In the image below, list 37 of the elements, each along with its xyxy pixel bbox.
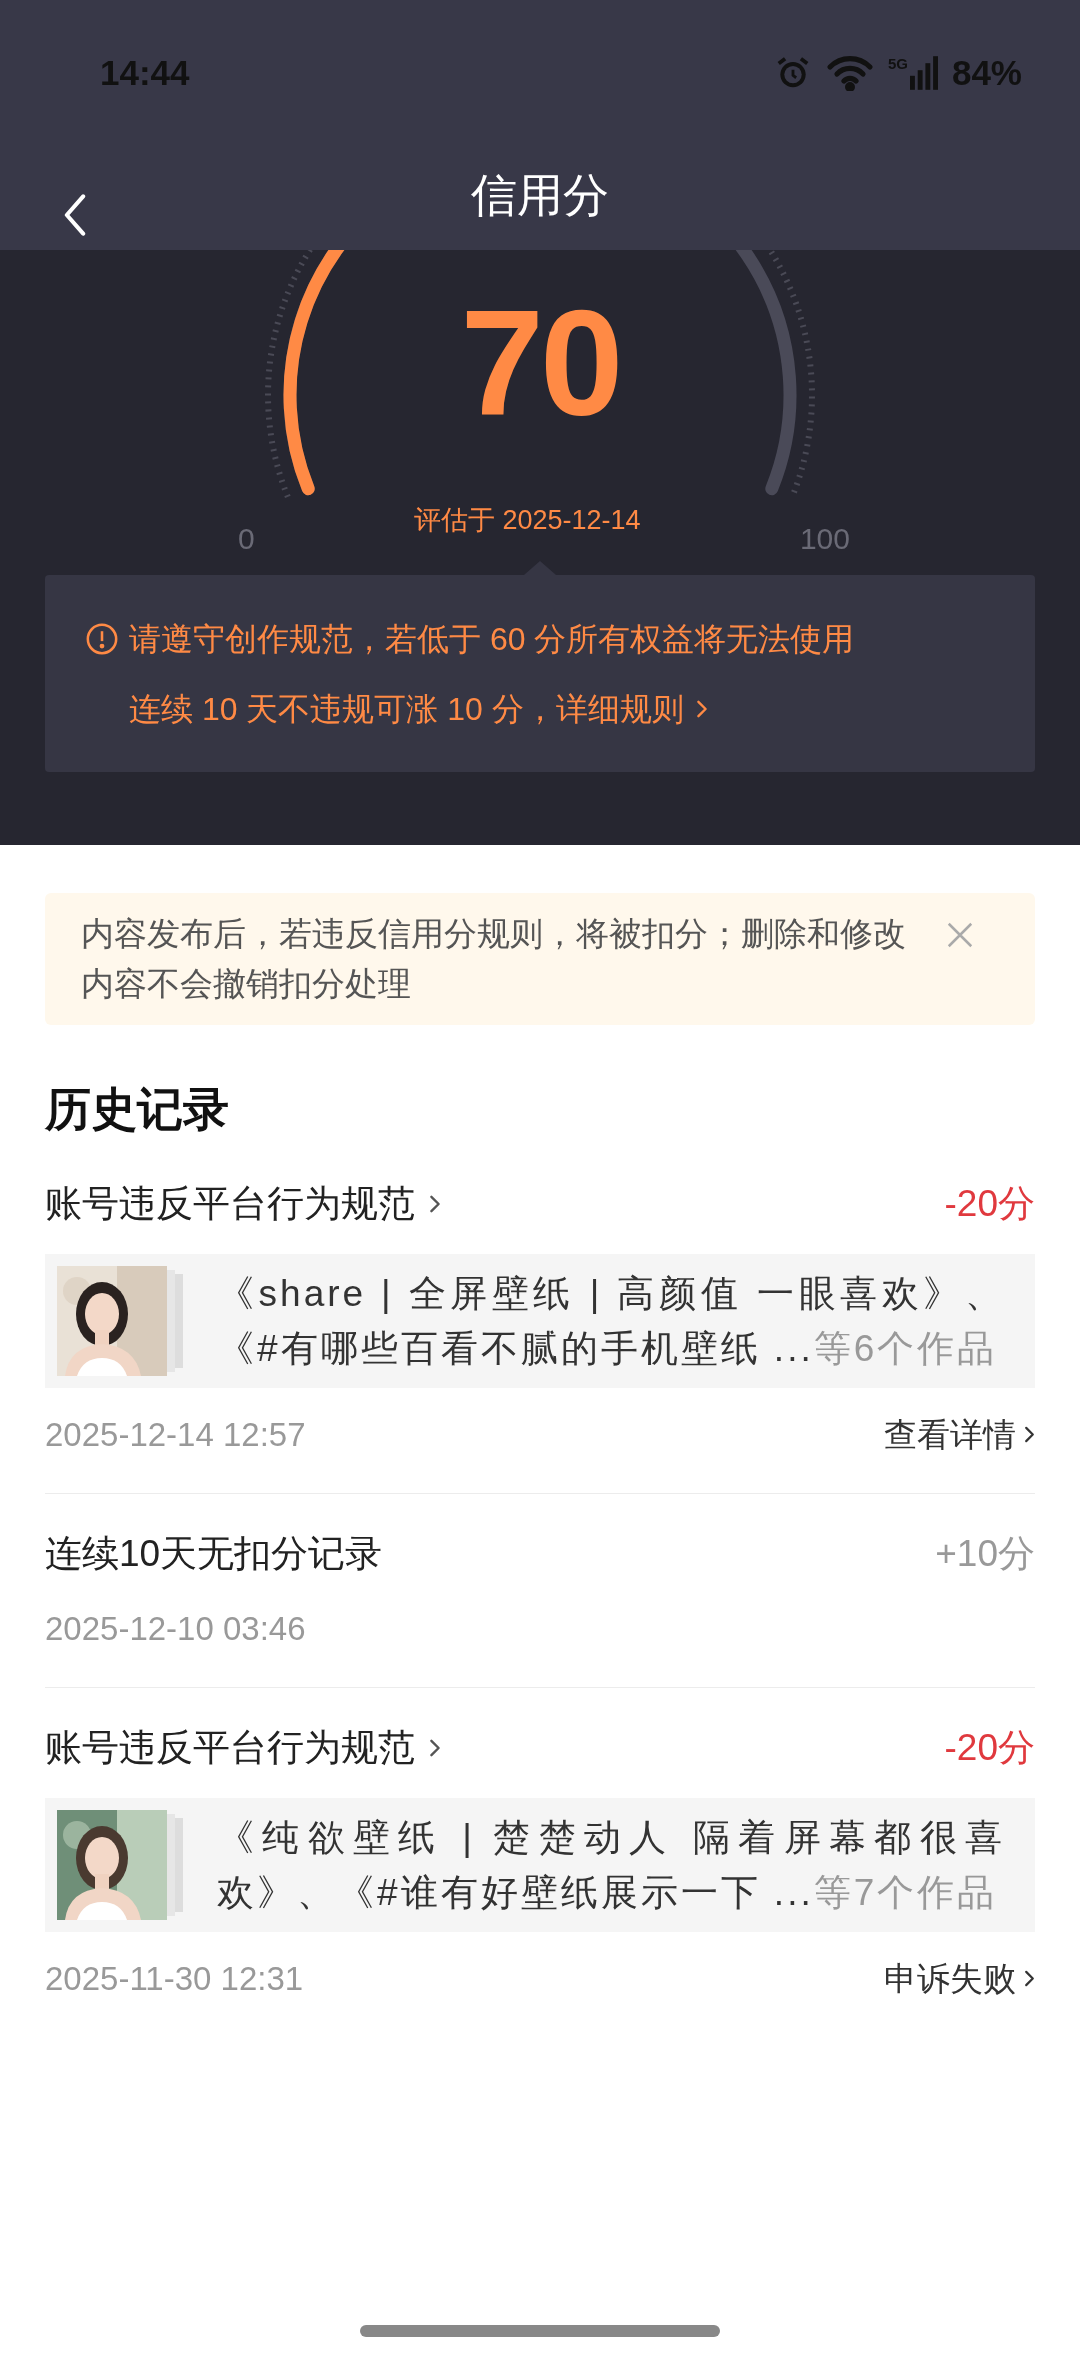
evaluation-date: 评估于 2025-12-14 (414, 504, 641, 538)
network-type: 5G (887, 56, 908, 71)
gauge-min-label: 0 (238, 521, 255, 557)
chevron-right-icon (1024, 1424, 1035, 1444)
warning-icon (85, 621, 119, 656)
record-title: 连续10天无扣分记录 (45, 1532, 383, 1576)
signal-icon (909, 56, 938, 90)
back-icon (63, 194, 87, 236)
works-summary: 《纯欲壁纸 | 楚楚动人 隔着屏幕都很喜欢》、《#谁有好壁纸展示一下 ...等7个作品 (217, 1815, 1005, 1915)
chevron-right-icon (695, 698, 708, 719)
points-change: +10分 (935, 1532, 1035, 1576)
rules-link[interactable]: 连续 10 天不违规可涨 10 分，详细规则 (129, 684, 708, 733)
record-time: 2025-12-14 12:57 (45, 1414, 306, 1455)
record-time: 2025-12-10 03:46 (45, 1608, 306, 1649)
close-icon (945, 920, 975, 950)
works-card[interactable]: 《share | 全屏壁纸 | 高颜值 一眼喜欢》、《#有哪些百看不腻的手机壁纸 ...等6个作品 (45, 1253, 1035, 1388)
notice-text: 请遵守创作规范，若低于 60 分所有权益将无法使用 (129, 619, 855, 659)
chevron-right-icon (429, 1193, 441, 1214)
page-title: 信用分 (471, 167, 609, 223)
status-time: 14:44 (100, 51, 190, 94)
wifi-icon (825, 55, 874, 91)
gauge-max-label: 100 (799, 521, 850, 557)
battery-level: 84% (951, 51, 1022, 94)
tip-text: 内容发布后，若违反信用分规则，将被扣分；删除和修改内容不会撤销扣分处理 (81, 914, 907, 1004)
record-time: 2025-11-30 12:31 (45, 1958, 304, 1999)
record-action-link[interactable]: 查看详情 (884, 1409, 1035, 1459)
record-action-link[interactable]: 申诉失败 (884, 1953, 1035, 2003)
chevron-right-icon (429, 1737, 441, 1758)
points-change: -20分 (944, 1726, 1035, 1770)
credit-score: 70 (460, 288, 620, 438)
chevron-right-icon (1024, 1968, 1035, 1988)
works-summary: 《share | 全屏壁纸 | 高颜值 一眼喜欢》、《#有哪些百看不腻的手机壁纸 ...等6个作品 (217, 1271, 1005, 1371)
record-title[interactable]: 账号违反平台行为规范 (45, 1720, 441, 1776)
works-card[interactable]: 《纯欲壁纸 | 楚楚动人 隔着屏幕都很喜欢》、《#谁有好壁纸展示一下 ...等7个作品 (45, 1797, 1035, 1932)
points-change: -20分 (944, 1182, 1035, 1226)
record-title[interactable]: 账号违反平台行为规范 (45, 1176, 441, 1232)
history-heading: 历史记录 (45, 1082, 230, 1137)
